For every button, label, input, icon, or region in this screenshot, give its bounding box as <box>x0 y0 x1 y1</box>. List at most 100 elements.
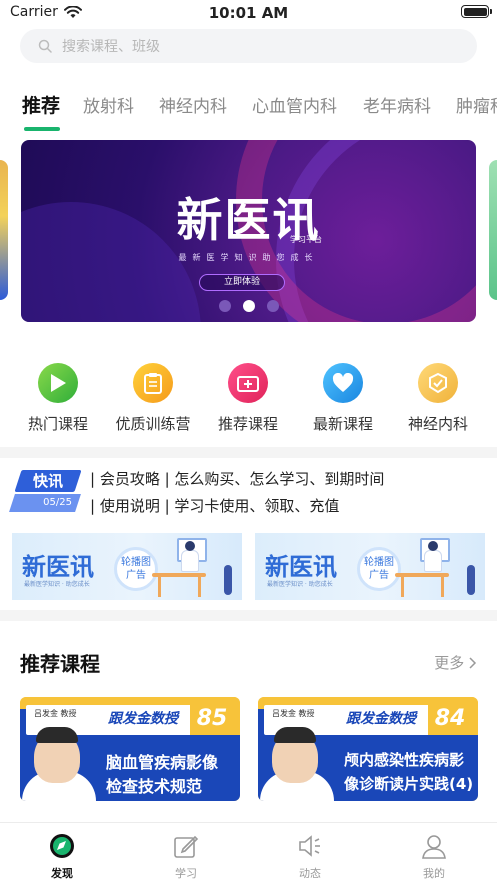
category-tabs: 推荐 放射科 神经内科 心血管内科 老年病科 肿瘤科 <box>0 82 497 132</box>
course-title-line: 检查技术规范 <box>106 777 203 796</box>
figure-illustration <box>467 565 475 595</box>
status-bar: Carrier 10:01 AM <box>0 0 497 26</box>
news-badge-label: 快讯 <box>32 472 63 490</box>
search-input[interactable]: 搜索课程、班级 <box>20 29 477 63</box>
search-placeholder: 搜索课程、班级 <box>62 39 160 55</box>
ad-row: 新医讯 最新医学知识 · 助您成长 轮播图 广告 新医讯 最新医学知识 · 助您… <box>0 533 497 601</box>
desk-leg <box>198 577 201 597</box>
clipboard-icon <box>133 363 173 403</box>
edit-icon <box>173 833 199 859</box>
more-label: 更多 <box>434 654 465 672</box>
course-title-line: 颅内感染性疾病影 <box>344 751 465 769</box>
course-series: 跟发金数授 <box>346 711 416 727</box>
more-link[interactable]: 更多 <box>434 652 477 673</box>
compass-icon <box>49 833 75 859</box>
quick-entry-latest-courses[interactable]: 最新课程 <box>293 360 393 434</box>
ad-badge-line: 广告 <box>369 570 389 581</box>
tab-oncology[interactable]: 肿瘤科 <box>456 92 497 117</box>
tab-neurology[interactable]: 神经内科 <box>159 92 227 117</box>
quick-entry-recommended-courses[interactable]: 推荐课程 <box>198 360 298 434</box>
ad-logo: 新医讯 <box>265 553 337 581</box>
banner-title: 新医讯 <box>176 193 321 247</box>
speaker-icon <box>297 833 323 859</box>
course-series: 跟发金数授 <box>108 711 178 727</box>
quick-entry-label: 优质训练营 <box>115 415 191 433</box>
news-item[interactable]: | 使用说明 | 学习卡使用、领取、充值 <box>90 495 339 516</box>
course-title-line: 脑血管疾病影像 <box>106 753 219 772</box>
section-divider <box>0 610 497 621</box>
banner-title-tag: 学习平台 <box>290 235 322 244</box>
tab-radiology[interactable]: 放射科 <box>83 92 134 117</box>
quick-entry-label: 神经内科 <box>407 415 468 433</box>
presenter-illustration <box>181 550 199 572</box>
ad-badge: 轮播图 广告 <box>114 547 158 591</box>
presenter-head <box>428 541 438 551</box>
quick-entry-training-camp[interactable]: 优质训练营 <box>103 360 203 434</box>
course-teacher: 吕发金 教授 <box>34 709 77 718</box>
ad-badge-line: 轮播图 <box>121 557 151 568</box>
tab-cardiology[interactable]: 心血管内科 <box>252 92 337 117</box>
tabbar-updates[interactable]: 动态 <box>270 833 350 881</box>
ad-badge: 轮播图 广告 <box>357 547 401 591</box>
section-divider <box>0 447 497 458</box>
banner-subtitle: 最新医学知识助您成长 <box>178 253 319 262</box>
news-date: 05/25 <box>43 497 72 508</box>
quick-entry-label: 热门课程 <box>27 415 88 433</box>
section-title: 推荐课程 <box>20 652 100 676</box>
tab-indicator <box>24 127 60 131</box>
course-teacher: 吕发金 教授 <box>272 709 315 718</box>
course-title-line: 像诊断读片实践(4) <box>344 775 474 793</box>
banner-cta-button[interactable]: 立即体验 <box>199 274 285 291</box>
page-dot[interactable] <box>266 300 279 312</box>
tabbar-profile[interactable]: 我的 <box>394 833 474 881</box>
course-number: 85 <box>196 706 228 731</box>
page-dot[interactable] <box>218 300 231 312</box>
chevron-right-icon <box>469 657 477 669</box>
presenter-illustration <box>424 550 442 572</box>
banner-prev-card[interactable] <box>0 160 8 300</box>
ad-badge-line: 广告 <box>126 570 146 581</box>
status-time: 10:01 AM <box>208 4 289 22</box>
presenter-head <box>185 541 195 551</box>
banner-next-card[interactable] <box>489 160 497 300</box>
shield-icon <box>418 363 458 403</box>
course-card[interactable]: 吕发金 教授 跟发金数授 84 颅内感染性疾病影 像诊断读片实践(4) <box>258 697 478 801</box>
banner-pagination <box>21 300 476 312</box>
heart-icon <box>323 363 363 403</box>
ad-banner[interactable]: 新医讯 最新医学知识 · 助您成长 轮播图 广告 <box>12 533 242 600</box>
quick-entry-label: 最新课程 <box>312 415 373 433</box>
ad-logo: 新医讯 <box>22 553 94 581</box>
medical-kit-icon <box>228 363 268 403</box>
quick-entry-neurology[interactable]: 神经内科 <box>388 360 488 434</box>
tabbar-label: 我的 <box>423 867 445 880</box>
banner-slide[interactable]: 新医讯 学习平台 最新医学知识助您成长 立即体验 <box>21 140 476 322</box>
tab-geriatrics[interactable]: 老年病科 <box>363 92 431 117</box>
play-icon <box>38 363 78 403</box>
tab-recommend[interactable]: 推荐 <box>22 91 60 118</box>
tabbar-discover[interactable]: 发现 <box>22 833 102 881</box>
bottom-tab-bar: 发现 学习 动态 我的 <box>0 822 497 883</box>
desk-leg <box>401 577 404 597</box>
tabbar-study[interactable]: 学习 <box>146 833 226 881</box>
ad-logo-subtitle: 最新医学知识 · 助您成长 <box>267 581 333 588</box>
recommended-header: 推荐课程 更多 <box>0 636 497 686</box>
quick-entry-grid: 热门课程 优质训练营 推荐课程 最新课程 神经内科 <box>0 360 497 440</box>
tabbar-label: 发现 <box>51 867 73 880</box>
ad-banner[interactable]: 新医讯 最新医学知识 · 助您成长 轮播图 广告 <box>255 533 485 600</box>
banner-carousel[interactable]: 新医讯 学习平台 最新医学知识助您成长 立即体验 <box>0 138 497 324</box>
ad-logo-subtitle: 最新医学知识 · 助您成长 <box>24 581 90 588</box>
course-number: 84 <box>434 706 466 731</box>
figure-illustration <box>224 565 232 595</box>
tabbar-label: 学习 <box>175 867 197 880</box>
desk-leg <box>158 577 161 597</box>
news-badge: 快讯 05/25 <box>9 470 82 514</box>
news-item[interactable]: | 会员攻略 | 怎么购买、怎么学习、到期时间 <box>90 468 384 489</box>
news-ticker[interactable]: 快讯 05/25 | 会员攻略 | 怎么购买、怎么学习、到期时间 | 使用说明 … <box>0 460 497 522</box>
course-card[interactable]: 吕发金 教授 跟发金数授 85 脑血管疾病影像 检查技术规范 <box>20 697 240 801</box>
search-icon <box>38 39 52 53</box>
battery-icon <box>461 5 492 18</box>
quick-entry-label: 推荐课程 <box>217 415 278 433</box>
user-icon <box>421 833 447 859</box>
page-dot-active[interactable] <box>242 300 255 312</box>
quick-entry-hot-courses[interactable]: 热门课程 <box>8 360 108 434</box>
